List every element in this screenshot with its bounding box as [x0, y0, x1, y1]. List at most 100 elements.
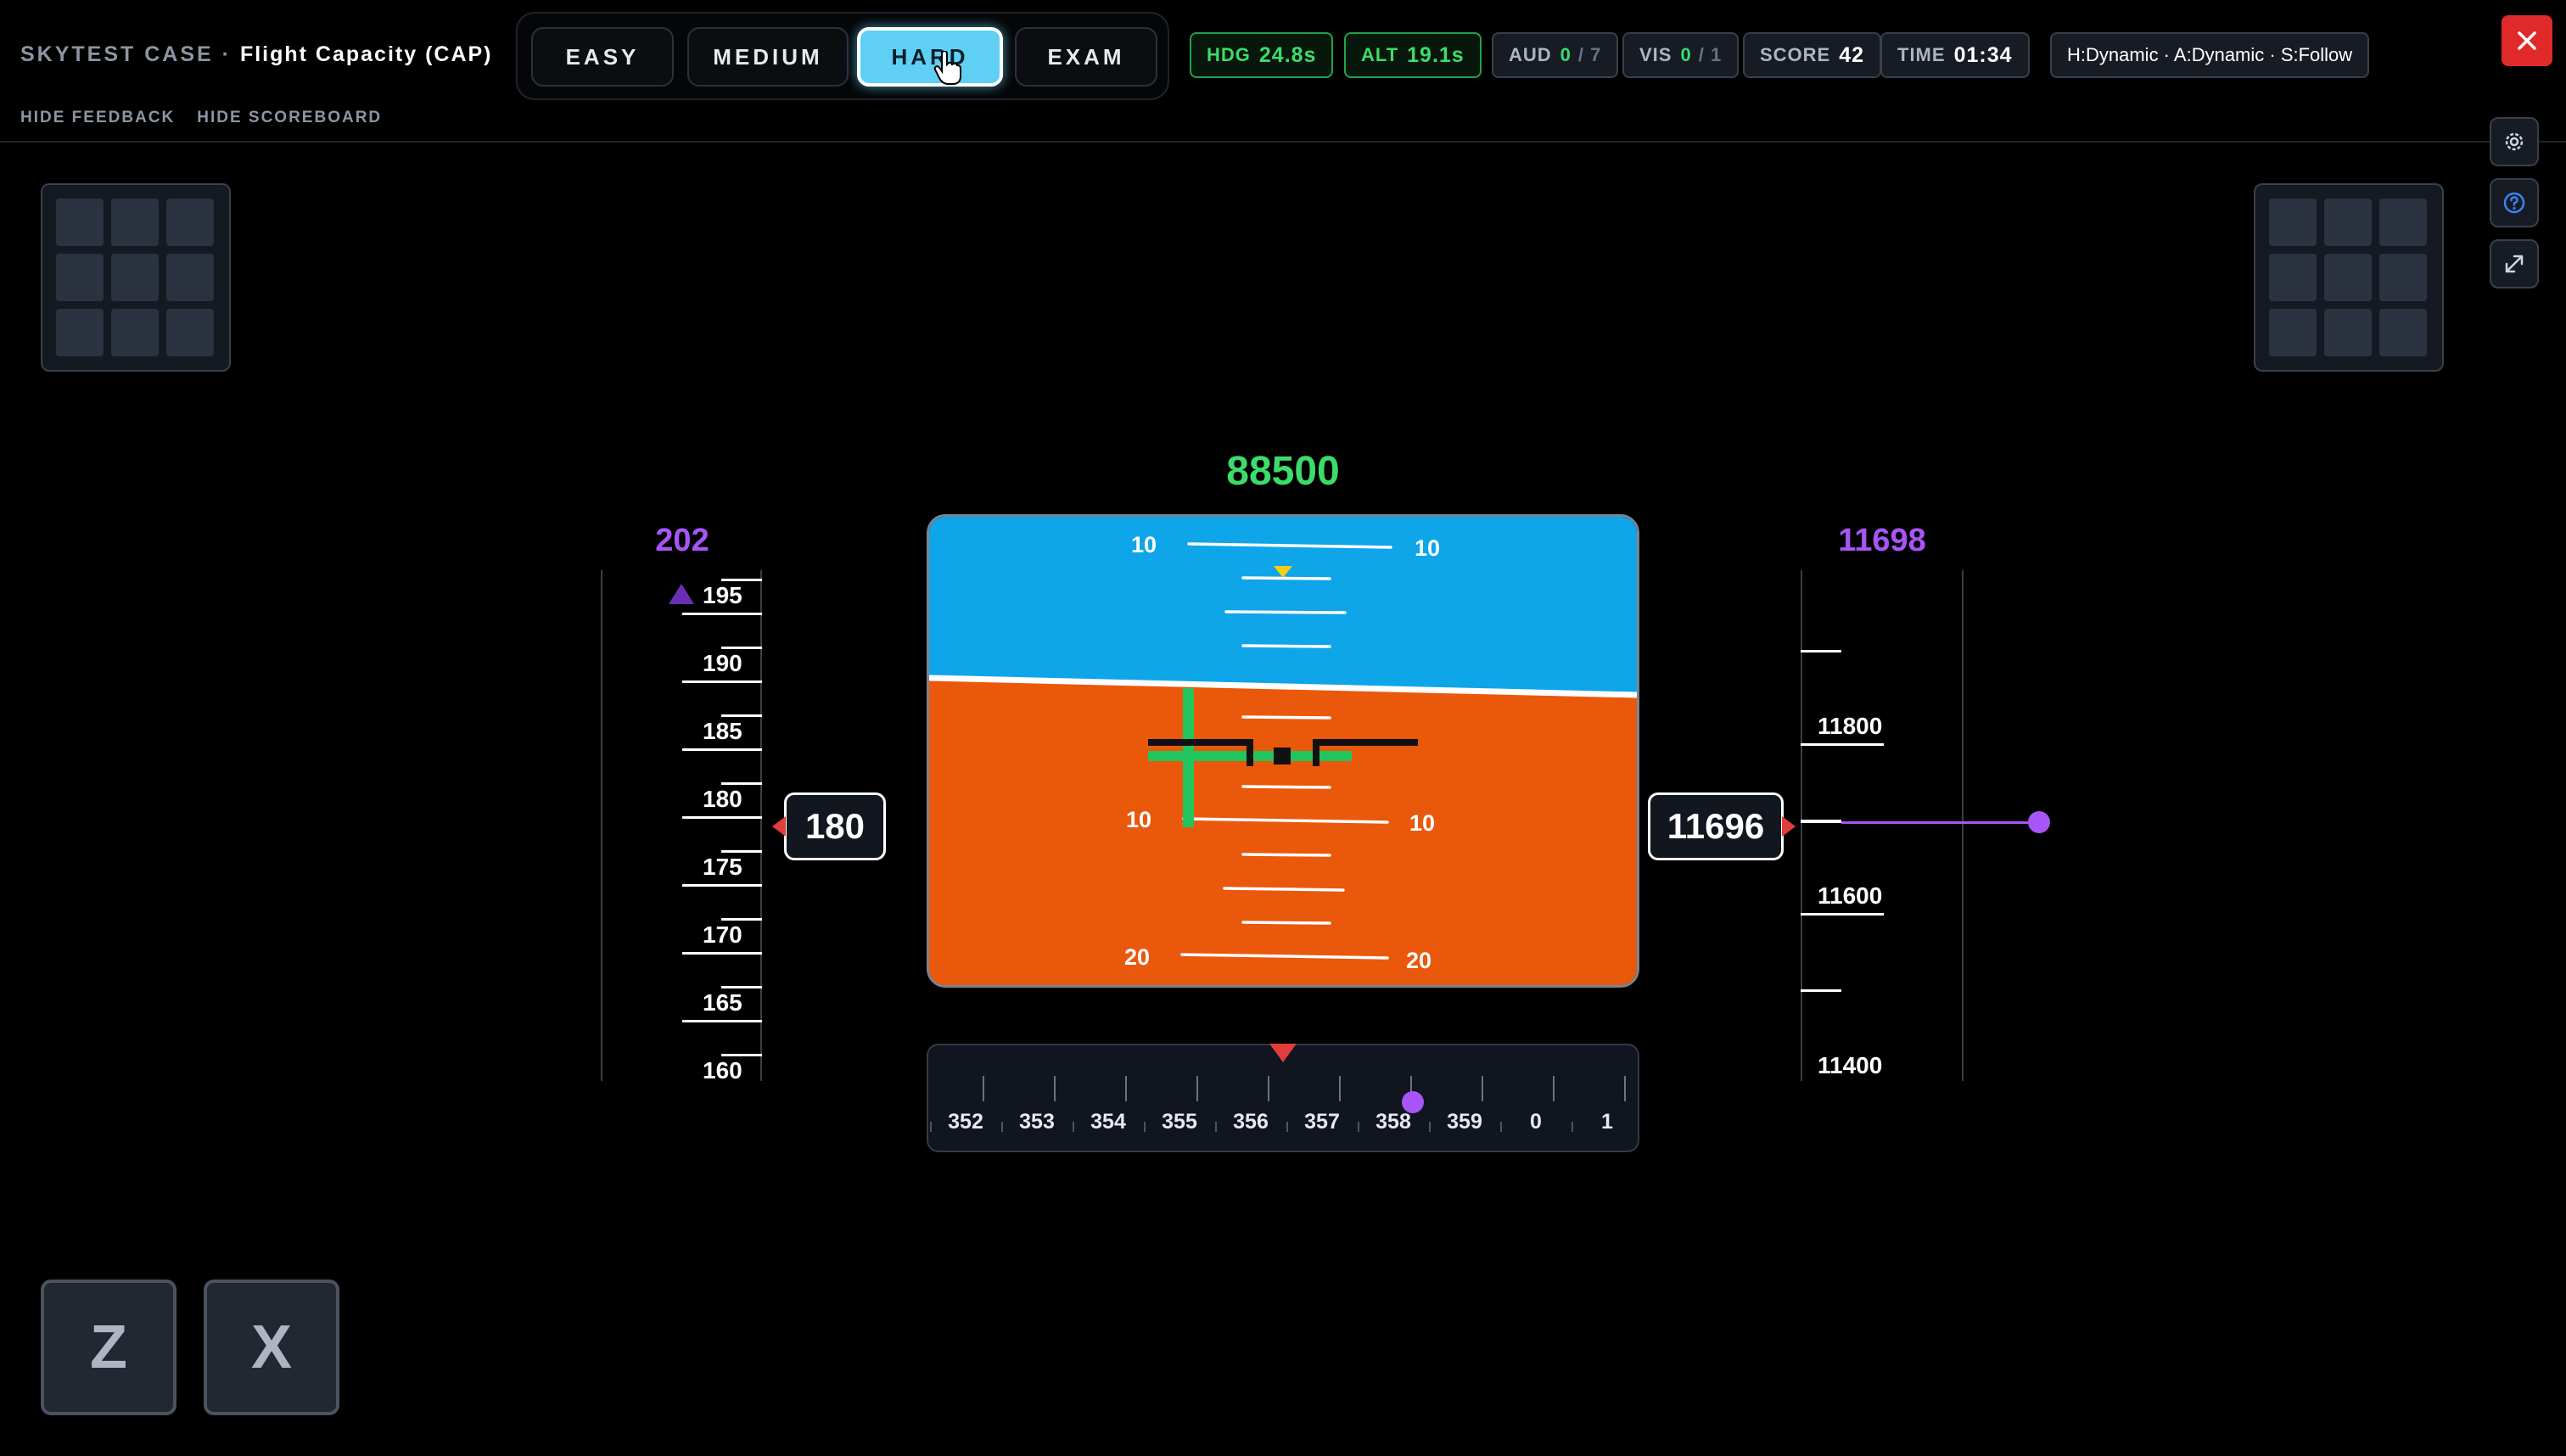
- heading-minor-tick: [1572, 1122, 1573, 1132]
- hide-scoreboard-toggle[interactable]: HIDE SCOREBOARD: [197, 109, 382, 127]
- altitude-pointer: [1782, 816, 1796, 837]
- score-label: SCORE: [1760, 44, 1831, 65]
- difficulty-easy-button[interactable]: EASY: [531, 27, 674, 87]
- attitude-indicator: 10 10 10 10 20 20: [927, 514, 1639, 988]
- keypad-cell[interactable]: [111, 309, 159, 356]
- heading-tick-label: 353: [1019, 1110, 1055, 1134]
- hide-feedback-toggle[interactable]: HIDE FEEDBACK: [20, 109, 175, 127]
- keypad-cell[interactable]: [111, 199, 159, 246]
- top-divider: [0, 141, 2566, 143]
- altitude-tick-label: 11800: [1818, 713, 1883, 739]
- altitude-tick-label: 11400: [1818, 1052, 1883, 1078]
- close-button[interactable]: [2502, 15, 2552, 66]
- keypad-cell[interactable]: [2324, 254, 2372, 301]
- case-title: Flight Capacity (CAP): [239, 42, 493, 66]
- time-badge: TIME 01:34: [1880, 32, 2030, 78]
- altitude-target-readout: 11698: [1838, 523, 1926, 558]
- heading-tick-label: 354: [1090, 1110, 1126, 1134]
- speed-tick-label: 195: [703, 582, 742, 608]
- heading-major-tick: [1482, 1076, 1483, 1101]
- help-button[interactable]: [2490, 178, 2539, 227]
- altitude-minor-tick: [1801, 650, 1841, 652]
- key-x-button[interactable]: X: [204, 1280, 339, 1415]
- keypad-cell[interactable]: [2269, 254, 2317, 301]
- vis-label: VIS: [1639, 44, 1672, 65]
- hdg-label: HDG: [1207, 44, 1251, 65]
- aud-badge: AUD 0 / 7: [1492, 32, 1619, 78]
- settings-button[interactable]: [2490, 117, 2539, 166]
- altitude-target-line: [1841, 821, 2038, 824]
- difficulty-medium-button[interactable]: MEDIUM: [687, 27, 849, 87]
- heading-minor-tick: [1429, 1122, 1431, 1132]
- fullscreen-button[interactable]: [2490, 239, 2539, 288]
- keypad-cell[interactable]: [2269, 199, 2317, 246]
- heading-minor-tick: [1358, 1122, 1359, 1132]
- keypad-cell[interactable]: [2379, 309, 2427, 356]
- keypad-cell[interactable]: [56, 199, 104, 246]
- heading-minor-tick: [1500, 1122, 1502, 1132]
- keypad-cell[interactable]: [2324, 199, 2372, 246]
- keypad-cell[interactable]: [56, 254, 104, 301]
- heading-major-tick: [1624, 1076, 1626, 1101]
- mode-badge: H:Dynamic · A:Dynamic · S:Follow: [2050, 32, 2370, 78]
- heading-minor-tick: [1073, 1122, 1074, 1132]
- pitch-label: 10: [1415, 535, 1440, 561]
- score-value: 42: [1839, 42, 1865, 67]
- speed-pointer: [772, 816, 786, 837]
- difficulty-selector: EASY MEDIUM HARD EXAM: [516, 12, 1169, 100]
- heading-tick-label: 352: [948, 1110, 983, 1134]
- heading-major-tick: [1339, 1076, 1341, 1101]
- speed-major-tick: [682, 1020, 762, 1022]
- help-icon: [2503, 192, 2525, 214]
- speed-target-readout: 202: [655, 523, 709, 558]
- aud-label: AUD: [1509, 44, 1552, 65]
- expand-icon: [2505, 255, 2524, 273]
- score-badge: SCORE 42: [1743, 32, 1882, 78]
- heading-tick-label: 358: [1375, 1110, 1411, 1134]
- keypad-cell[interactable]: [166, 199, 214, 246]
- heading-minor-tick: [1215, 1122, 1217, 1132]
- difficulty-hard-button[interactable]: HARD: [857, 27, 1003, 87]
- app-title: SKYTEST CASE · Flight Capacity (CAP): [20, 42, 493, 67]
- heading-target-dot: [1402, 1091, 1424, 1113]
- keypad-cell[interactable]: [2379, 254, 2427, 301]
- right-keypad: [2254, 183, 2444, 372]
- keypad-cell[interactable]: [111, 254, 159, 301]
- heading-major-tick: [1553, 1076, 1555, 1101]
- speed-major-tick: [682, 884, 762, 887]
- heading-tick-label: 359: [1447, 1110, 1482, 1134]
- keypad-cell[interactable]: [2379, 199, 2427, 246]
- speed-tick-label: 165: [703, 989, 742, 1016]
- keypad-cell[interactable]: [2269, 309, 2317, 356]
- speed-target-marker: [669, 584, 694, 604]
- keypad-cell[interactable]: [166, 309, 214, 356]
- vis-value: 0: [1680, 44, 1692, 65]
- speed-minor-tick: [721, 986, 762, 988]
- speed-major-tick: [682, 952, 762, 955]
- speed-tick-label: 180: [703, 786, 742, 812]
- attitude-display: 10 10 10 10 20 20: [929, 517, 1637, 985]
- heading-tick-label: 0: [1530, 1110, 1542, 1134]
- speed-tick-label: 190: [703, 650, 742, 676]
- altitude-tape: 11800 11600 11400: [1790, 570, 2062, 1081]
- difficulty-exam-button[interactable]: EXAM: [1015, 27, 1157, 87]
- keypad-cell[interactable]: [2324, 309, 2372, 356]
- keypad-cell[interactable]: [166, 254, 214, 301]
- keypad-cell[interactable]: [56, 309, 104, 356]
- altitude-current-tick: [1801, 820, 1841, 823]
- hand-cursor-icon: [933, 51, 961, 85]
- aud-value: 0: [1560, 44, 1572, 65]
- pitch-label: 10: [1126, 807, 1151, 832]
- alt-timer-badge: ALT 19.1s: [1344, 32, 1482, 78]
- key-z-button[interactable]: Z: [41, 1280, 176, 1415]
- speed-major-tick: [682, 680, 762, 683]
- heading-tick-label: 1: [1601, 1110, 1613, 1134]
- speed-major-tick: [682, 748, 762, 751]
- speed-major-tick: [682, 613, 762, 615]
- altitude-major-tick: [1801, 913, 1884, 916]
- app-name: SKYTEST CASE ·: [20, 42, 232, 66]
- close-icon: [2518, 31, 2536, 50]
- aud-total: / 7: [1577, 44, 1602, 65]
- vis-total: / 1: [1698, 44, 1723, 65]
- view-toggles: HIDE FEEDBACK HIDE SCOREBOARD: [20, 109, 382, 127]
